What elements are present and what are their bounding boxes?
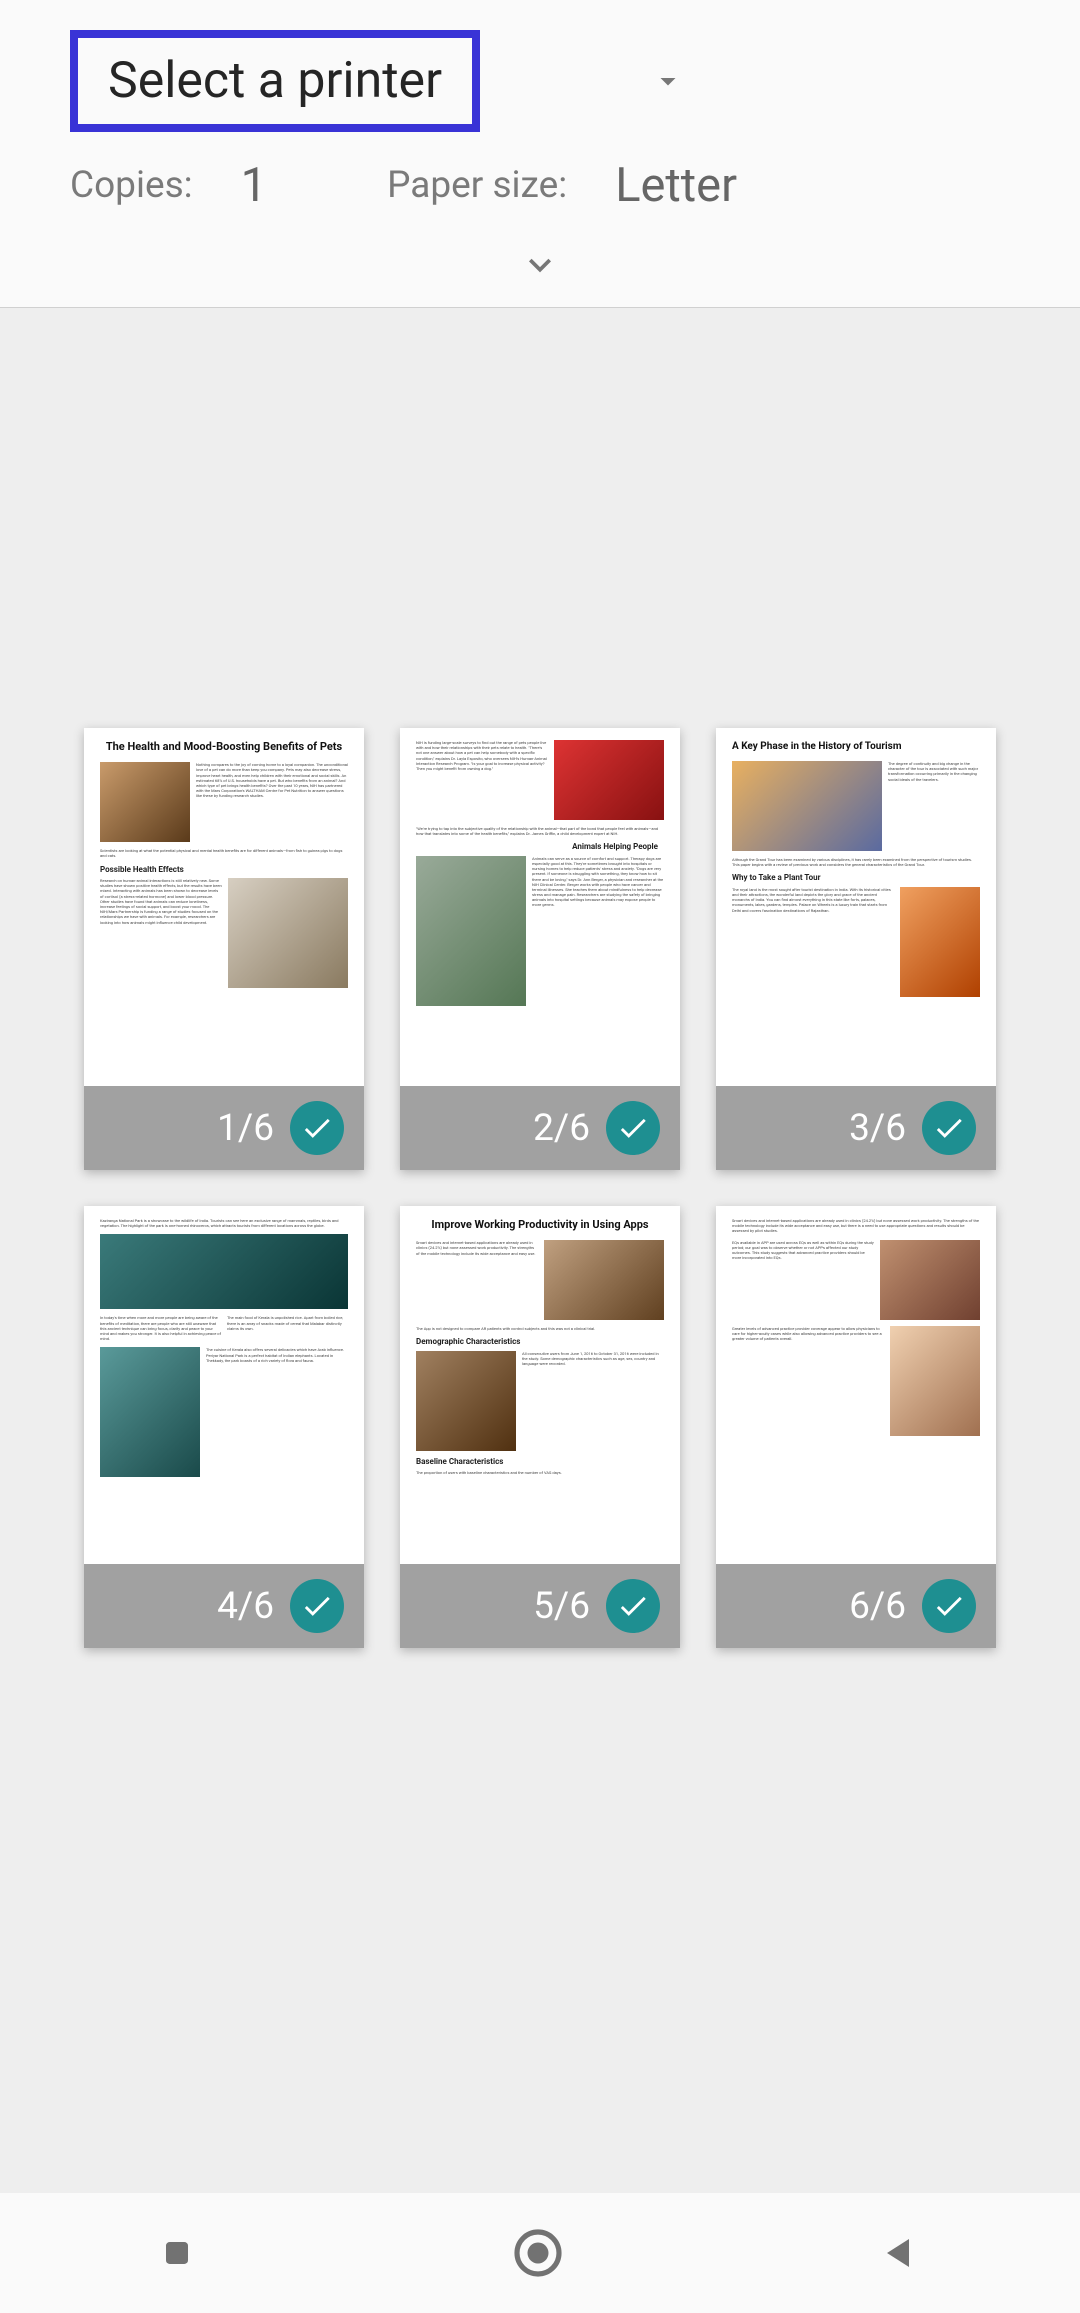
body-text: Scientists are looking at what the poten… (100, 848, 348, 858)
page-content: Kaziranga National Park is a showcase to… (84, 1206, 364, 1564)
body-text: Kaziranga National Park is a showcase to… (100, 1218, 348, 1228)
body-text: Research on human-animal interactions is… (100, 878, 222, 988)
select-printer-dropdown[interactable]: Select a printer (70, 30, 480, 132)
image-eiffel (900, 887, 980, 997)
image-street (732, 761, 882, 851)
body-text: NIH is funding large-scale surveys to fi… (416, 740, 548, 820)
page-preview-grid: The Health and Mood-Boosting Benefits of… (0, 688, 1080, 1688)
page-number: 5/6 (533, 1585, 590, 1628)
page-number: 2/6 (533, 1107, 590, 1150)
image-office-desk (416, 1351, 516, 1451)
body-text: Nothing compares to the joy of coming ho… (196, 762, 348, 842)
body-text: The degree of continuity and big change … (888, 761, 980, 851)
body-text: Although the Grand Tour has been examine… (732, 857, 980, 867)
page-content: The Health and Mood-Boosting Benefits of… (84, 728, 364, 1086)
page-thumbnail[interactable]: A Key Phase in the History of Tourism Th… (716, 728, 996, 1170)
body-text: The cuisine of Kerala also offers severa… (206, 1347, 348, 1477)
body-text: EQs available in APP are used across EQs… (732, 1240, 874, 1320)
printer-select-row: Select a printer (70, 30, 1010, 132)
page-thumbnail[interactable]: Smart devices and internet-based applica… (716, 1206, 996, 1648)
body-text: The proportion of users with baseline ch… (416, 1470, 664, 1475)
page-content: Improve Working Productivity in Using Ap… (400, 1206, 680, 1564)
image-woman (880, 1240, 980, 1320)
image-pier (100, 1234, 348, 1309)
home-button[interactable] (510, 2225, 566, 2281)
page-selected-check[interactable] (922, 1579, 976, 1633)
copies-value[interactable]: 1 (241, 158, 267, 213)
doc-subtitle: Demographic Characteristics (416, 1337, 664, 1347)
body-text: The App is not designed to compare AR pa… (416, 1326, 664, 1331)
image-cat-plant (416, 856, 526, 1006)
chevron-down-icon (518, 243, 562, 287)
body-text: Greater levels of advanced practice prov… (732, 1326, 884, 1436)
page-thumbnail[interactable]: NIH is funding large-scale surveys to fi… (400, 728, 680, 1170)
page-footer: 6/6 (716, 1564, 996, 1648)
page-selected-check[interactable] (606, 1101, 660, 1155)
page-thumbnail[interactable]: Kaziranga National Park is a showcase to… (84, 1206, 364, 1648)
page-selected-check[interactable] (922, 1101, 976, 1155)
page-number: 6/6 (849, 1585, 906, 1628)
page-number: 1/6 (217, 1107, 274, 1150)
page-footer: 3/6 (716, 1086, 996, 1170)
page-thumbnail[interactable]: Improve Working Productivity in Using Ap… (400, 1206, 680, 1648)
page-selected-check[interactable] (290, 1579, 344, 1633)
page-number: 4/6 (217, 1585, 274, 1628)
image-dog (228, 878, 348, 988)
print-options-header: Select a printer Copies: 1 Paper size: L… (0, 0, 1080, 308)
doc-subtitle: Why to Take a Plant Tour (732, 873, 980, 883)
body-text: In today's time when more and more peopl… (100, 1315, 221, 1341)
copies-label: Copies: (70, 164, 193, 207)
doc-subtitle: Possible Health Effects (100, 865, 348, 875)
recent-apps-button[interactable] (155, 2231, 199, 2275)
page-content: A Key Phase in the History of Tourism Th… (716, 728, 996, 1086)
android-nav-bar (0, 2193, 1080, 2313)
page-footer: 4/6 (84, 1564, 364, 1648)
page-thumbnail[interactable]: The Health and Mood-Boosting Benefits of… (84, 728, 364, 1170)
page-footer: 1/6 (84, 1086, 364, 1170)
image-pets-red (554, 740, 664, 820)
back-button[interactable] (877, 2229, 925, 2277)
chevron-down-icon[interactable] (650, 63, 686, 99)
page-content: NIH is funding large-scale surveys to fi… (400, 728, 680, 1086)
print-settings-row: Copies: 1 Paper size: Letter (70, 158, 1010, 213)
body-text: The main food of Kerala is unpolished ri… (227, 1315, 348, 1341)
doc-title: A Key Phase in the History of Tourism (732, 740, 980, 753)
page-content: Smart devices and internet-based applica… (716, 1206, 996, 1564)
paper-size-value[interactable]: Letter (615, 158, 737, 213)
body-text: Smart devices and internet-based applica… (416, 1240, 538, 1320)
doc-title: Improve Working Productivity in Using Ap… (416, 1218, 664, 1232)
image-office (544, 1240, 664, 1320)
body-text: The royal land is the most sought after … (732, 887, 894, 997)
paper-size-label: Paper size: (387, 164, 567, 207)
body-text: "We're trying to tap into the subjective… (416, 826, 664, 836)
page-selected-check[interactable] (606, 1579, 660, 1633)
image-woman-laptop (890, 1326, 980, 1436)
expand-settings-button[interactable] (70, 243, 1010, 287)
body-text: All consecutive users from June 1, 2016 … (522, 1351, 664, 1451)
image-cat (100, 762, 190, 842)
printer-label: Select a printer (108, 52, 442, 110)
page-number: 3/6 (849, 1107, 906, 1150)
image-mountain (100, 1347, 200, 1477)
body-text: Smart devices and internet-based applica… (732, 1218, 980, 1234)
page-footer: 5/6 (400, 1564, 680, 1648)
doc-title: The Health and Mood-Boosting Benefits of… (100, 740, 348, 754)
doc-subtitle: Animals Helping People (416, 842, 658, 852)
page-footer: 2/6 (400, 1086, 680, 1170)
doc-subtitle-2: Baseline Characteristics (416, 1457, 664, 1467)
body-text: Animals can serve as a source of comfort… (532, 856, 664, 1006)
page-selected-check[interactable] (290, 1101, 344, 1155)
